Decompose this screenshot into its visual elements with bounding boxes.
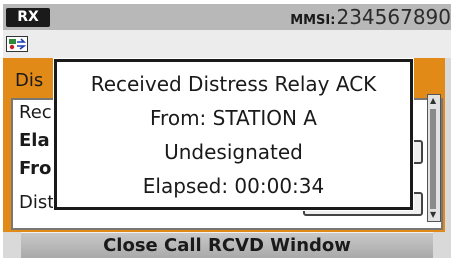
scroll-down-arrow-icon[interactable]: ▼ xyxy=(430,211,436,219)
popup-from-station: From: STATION A xyxy=(150,106,317,130)
mmsi-value: 234567890 xyxy=(336,5,451,29)
scroll-up-arrow-icon[interactable]: ▲ xyxy=(430,97,436,105)
icon-bar xyxy=(3,30,451,58)
call-window-title: Dis xyxy=(15,70,44,91)
rx-badge: RX xyxy=(6,8,50,27)
close-call-rcvd-window-button[interactable]: Close Call RCVD Window xyxy=(21,232,433,258)
mmsi-display: MMSI:234567890 xyxy=(290,6,451,28)
distress-relay-ack-popup: Received Distress Relay ACK From: STATIO… xyxy=(54,59,413,210)
popup-ack-title: Received Distress Relay ACK xyxy=(90,72,377,96)
popup-elapsed-time: Elapsed: 00:00:34 xyxy=(142,174,325,198)
mmsi-label: MMSI: xyxy=(290,13,336,28)
scroll-thumb[interactable] xyxy=(430,109,436,209)
call-window-scrollbar[interactable]: ▲ ▼ xyxy=(427,94,441,222)
call-row-received: Rec xyxy=(19,102,52,123)
gps-icon xyxy=(6,36,28,52)
radio-screen: RX MMSI:234567890 Dis Rec Ela Fro Distre… xyxy=(3,4,451,258)
call-row-from: Fro xyxy=(19,158,52,179)
call-row-elapsed: Ela xyxy=(19,130,50,151)
status-bar: RX MMSI:234567890 xyxy=(3,4,451,30)
popup-nature: Undesignated xyxy=(164,140,303,164)
